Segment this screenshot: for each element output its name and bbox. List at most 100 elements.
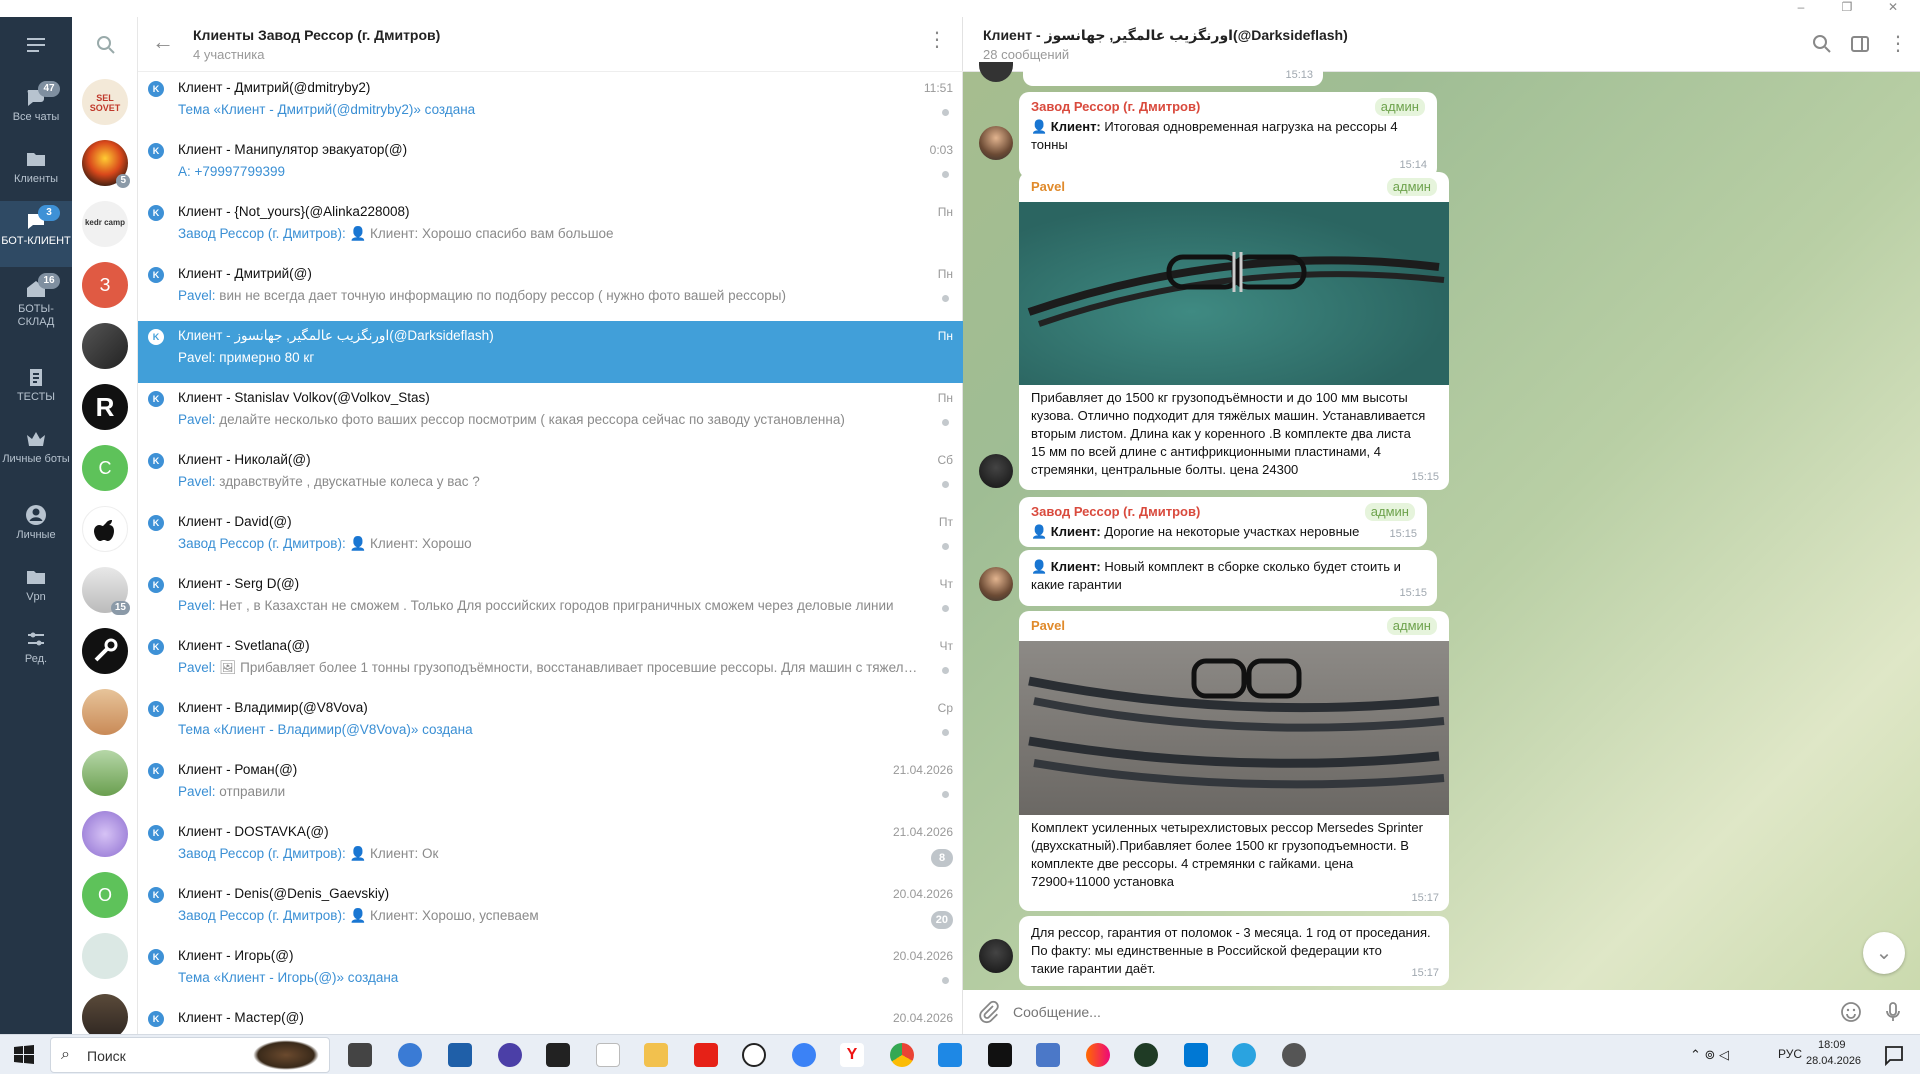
topic-row[interactable]: K Клиент - David(@) Завод Рессор (г. Дмитр… [138, 507, 963, 569]
avatar[interactable] [82, 628, 128, 674]
avatar[interactable] [82, 689, 128, 735]
avatar[interactable]: R [82, 384, 128, 430]
topic-row[interactable]: K Клиент - Denis(@Denis_Gaevskiy) Завод Ре… [138, 879, 963, 941]
close-button[interactable]: ✕ [1870, 0, 1916, 17]
app-icon[interactable] [988, 1043, 1012, 1067]
folder-clients[interactable]: Клиенты [0, 139, 72, 199]
app-icon[interactable] [1134, 1043, 1158, 1067]
avatar[interactable] [82, 933, 128, 979]
avatar[interactable]: О [82, 872, 128, 918]
topic-row[interactable]: K Клиент - اورنگزیب عالمگیر, جهانسوز(@Dar… [138, 321, 963, 383]
folder-all-chats[interactable]: 47 Все чаты [0, 77, 72, 137]
app-icon[interactable] [448, 1043, 472, 1067]
notifications-icon[interactable] [1882, 1043, 1906, 1067]
topic-row[interactable]: K Клиент - Владимир(@V8Vova) Тема «Клиент … [138, 693, 963, 755]
avatar[interactable] [82, 811, 128, 857]
folder-tests[interactable]: ТЕСТЫ [0, 357, 72, 417]
file-icon[interactable] [596, 1043, 620, 1067]
message-bubble[interactable]: Pavel админ Комплект усиленных четырехли… [1019, 611, 1449, 911]
avatar[interactable]: SEL SOVET [82, 79, 128, 125]
message-bubble[interactable]: Pavel админ Прибавляет до 1500 кг грузоп… [1019, 172, 1449, 490]
search-icon[interactable] [1811, 33, 1833, 55]
topic-row[interactable]: K Клиент - Игорь(@) Тема «Клиент - Игорь(@… [138, 941, 963, 1003]
search-icon[interactable] [96, 35, 116, 55]
youtube-icon[interactable] [694, 1043, 718, 1067]
preview-text: Нет , в Казахстан не сможем . Только Для… [219, 598, 894, 613]
topic-row[interactable]: K Клиент - Дмитрий(@dmitryby2) Тема «Клиен… [138, 73, 963, 135]
avatar[interactable] [979, 62, 1013, 82]
taskbar-search[interactable]: ⌕ Поиск [50, 1037, 330, 1073]
preview-sender: Завод Рессор (г. Дмитров): [178, 908, 346, 923]
chatgpt-icon[interactable] [742, 1043, 766, 1067]
telegram-icon[interactable] [1232, 1043, 1256, 1067]
yandex-icon[interactable]: Y [840, 1043, 864, 1067]
folder-personal[interactable]: Личные [0, 495, 72, 555]
task-view-icon[interactable] [348, 1043, 372, 1067]
restore-button[interactable]: ❐ [1824, 0, 1870, 17]
topic-row[interactable]: K Клиент - {Not_yours}(@Alinka228008) Заво… [138, 197, 963, 259]
topic-row[interactable]: K Клиент - DOSTAVKA(@) Завод Рессор (г. Дм… [138, 817, 963, 879]
avatar[interactable] [82, 506, 128, 552]
windows-start-icon[interactable] [12, 1043, 36, 1067]
more-vertical-icon[interactable]: ⋮ [927, 30, 947, 50]
topic-preview: Pavel: вин не всегда дает точную информа… [178, 288, 918, 303]
folder-bot-client[interactable]: 3 БОТ-КЛИЕНТ [0, 201, 72, 267]
folder-vpn[interactable]: Vpn [0, 557, 72, 617]
gear-icon[interactable] [1282, 1043, 1306, 1067]
folder-bots-warehouse[interactable]: 16 БОТЫ-СКЛАД [0, 269, 72, 335]
file-explorer-icon[interactable] [644, 1043, 668, 1067]
app-icon[interactable] [1036, 1043, 1060, 1067]
message-text-line: стремянки, центральные болты. цена 24300 [1031, 462, 1299, 477]
avatar[interactable] [82, 750, 128, 796]
more-vertical-icon[interactable]: ⋮ [1887, 33, 1909, 55]
avatar[interactable]: 5 [82, 140, 130, 188]
back-arrow-icon[interactable]: ← [152, 31, 176, 55]
tray-icons[interactable]: ⌃ ⊚ ◁ [1690, 1047, 1729, 1063]
folder-personal-bots[interactable]: Личные боты [0, 419, 72, 485]
microphone-icon[interactable] [1881, 1000, 1905, 1024]
topic-row[interactable]: K Клиент - Дмитрий(@) Pavel: вин не всегда… [138, 259, 963, 321]
avatar[interactable]: kedr camp [82, 201, 128, 247]
message-bubble[interactable]: Завод Рессор (г. Дмитров) админ 👤 Клиент… [1019, 497, 1427, 547]
clock-date[interactable]: 28.04.2026 [1806, 1055, 1861, 1067]
leaf-spring-photo[interactable] [1019, 202, 1449, 385]
app-icon[interactable] [792, 1043, 816, 1067]
avatar[interactable] [82, 323, 128, 369]
avatar[interactable]: 15 [82, 567, 130, 615]
topic-row[interactable]: K Клиент - Serg D(@) Pavel: Нет , в Казахс… [138, 569, 963, 631]
input-language[interactable]: РУС [1778, 1047, 1802, 1061]
avatar[interactable] [979, 939, 1013, 973]
emoji-icon[interactable] [1839, 1000, 1863, 1024]
app-icon[interactable] [498, 1043, 522, 1067]
topic-row[interactable]: K Клиент - Svetlana(@) Pavel: 🖼 Прибавляет… [138, 631, 963, 693]
app-icon[interactable] [398, 1043, 422, 1067]
paperclip-icon[interactable] [977, 1000, 1001, 1024]
topic-row[interactable]: K Клиент - Манипулятор эвакуатор(@) А: +79… [138, 135, 963, 197]
message-bubble[interactable]: Завод Рессор (г. Дмитров) админ 👤 Клиент… [1019, 92, 1437, 178]
avatar[interactable] [979, 567, 1013, 601]
avatar[interactable]: С [82, 445, 128, 491]
edit-folders-button[interactable]: Ред. [0, 619, 72, 679]
message-bubble[interactable]: Для рессор, гарантия от поломок - 3 меся… [1019, 916, 1449, 986]
avatar[interactable] [979, 454, 1013, 488]
menu-button[interactable] [0, 25, 72, 59]
minimize-button[interactable]: – [1778, 0, 1824, 17]
app-icon[interactable] [1086, 1043, 1110, 1067]
topic-row[interactable]: K Клиент - Николай(@) Pavel: здравствуйте … [138, 445, 963, 507]
vscode-icon[interactable] [1184, 1043, 1208, 1067]
chrome-icon[interactable] [890, 1043, 914, 1067]
avatar[interactable]: З [82, 262, 128, 308]
topic-row[interactable]: K Клиент - Роман(@) Pavel: отправили 21.04.… [138, 755, 963, 817]
avatar[interactable] [979, 126, 1013, 160]
topic-row[interactable]: K Клиент - Stanislav Volkov(@Volkov_Stas)… [138, 383, 963, 445]
app-icon[interactable] [938, 1043, 962, 1067]
folder-label: Vpn [26, 591, 46, 603]
leaf-spring-photo[interactable] [1019, 641, 1449, 815]
clock-time[interactable]: 18:09 [1818, 1039, 1846, 1051]
message-bubble[interactable]: 👤 Клиент: Новый комплект в сборке скольк… [1019, 550, 1437, 606]
message-input[interactable] [1013, 998, 1793, 1026]
message-bubble[interactable]: 15:13 [1023, 64, 1323, 86]
scroll-down-button[interactable]: ⌄ [1863, 932, 1905, 974]
terminal-icon[interactable] [546, 1043, 570, 1067]
sidebar-toggle-icon[interactable] [1849, 33, 1871, 55]
